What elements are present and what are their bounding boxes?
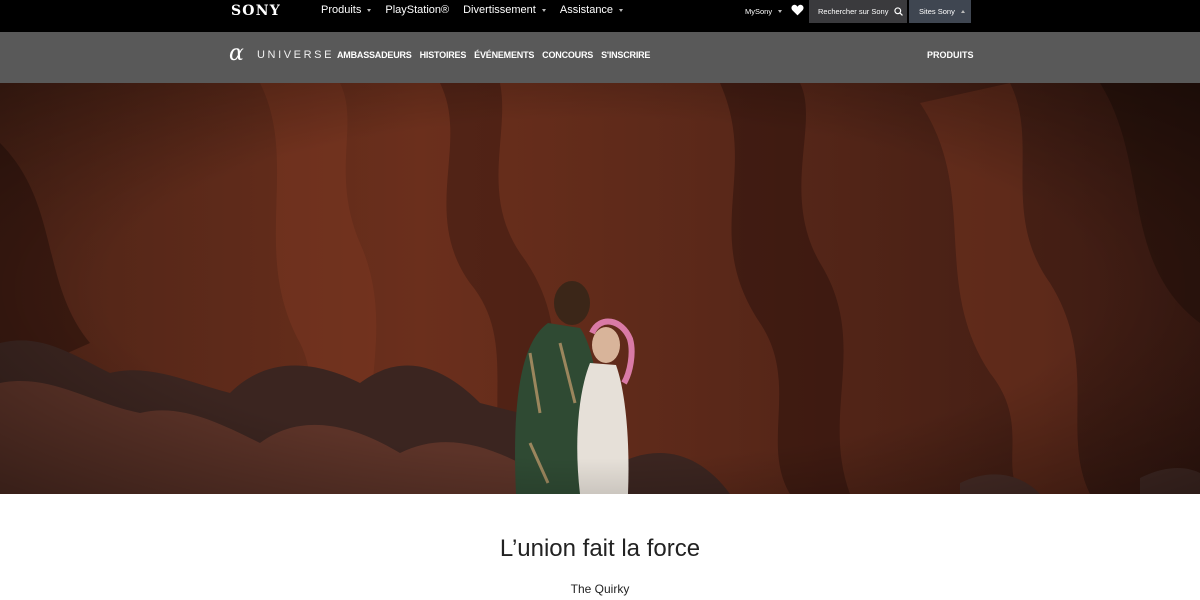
nav-assistance[interactable]: Assistance <box>559 4 624 16</box>
nav-divertissement[interactable]: Divertissement <box>463 4 546 16</box>
mysony-menu[interactable]: MySony <box>745 7 783 16</box>
nav-produits-label: Produits <box>321 4 362 16</box>
search-label: Rechercher sur Sony <box>818 7 889 16</box>
global-nav: Produits PlayStation® Divertissement Ass… <box>321 0 637 20</box>
link-ambassadeurs[interactable]: AMBASSADEURS <box>337 50 412 60</box>
link-evenements[interactable]: ÉVÉNEMENTS <box>474 50 534 60</box>
chevron-up-icon <box>960 10 965 13</box>
hero-image <box>0 83 1200 494</box>
mysony-label: MySony <box>745 7 773 16</box>
article-author[interactable]: The Quirky <box>0 582 1200 596</box>
chevron-down-icon <box>541 8 546 12</box>
chevron-down-icon <box>778 10 783 13</box>
search-icon <box>894 7 904 16</box>
nav-divertissement-label: Divertissement <box>463 4 536 16</box>
link-sinscrire[interactable]: S'INSCRIRE <box>601 50 650 60</box>
article-title: L’union fait la force <box>499 535 701 562</box>
alpha-universe-nav: α UNIVERSE AMBASSADEURS HISTOIRES ÉVÉNEM… <box>0 32 1200 83</box>
sony-sites-button[interactable]: Sites Sony <box>909 0 971 23</box>
universe-links: AMBASSADEURS HISTOIRES ÉVÉNEMENTS CONCOU… <box>337 50 658 60</box>
universe-wordmark[interactable]: UNIVERSE <box>257 49 334 61</box>
link-histoires[interactable]: HISTOIRES <box>420 50 467 60</box>
sony-logo[interactable]: SONY <box>231 3 281 19</box>
link-produits[interactable]: PRODUITS <box>927 50 974 60</box>
chevron-down-icon <box>367 8 372 12</box>
nav-assistance-label: Assistance <box>559 4 614 16</box>
nav-produits[interactable]: Produits <box>321 4 372 16</box>
alpha-logo[interactable]: α <box>229 42 244 66</box>
couple-photo <box>0 83 1200 494</box>
heart-icon[interactable] <box>791 4 804 16</box>
nav-playstation-label: PlayStation® <box>385 4 450 16</box>
global-header: SONY Produits PlayStation® Divertissemen… <box>0 0 1200 32</box>
search-button[interactable]: Rechercher sur Sony <box>809 0 907 23</box>
link-concours[interactable]: CONCOURS <box>542 50 593 60</box>
chevron-down-icon <box>619 8 624 12</box>
sites-label: Sites Sony <box>919 7 955 16</box>
nav-playstation[interactable]: PlayStation® <box>385 4 449 16</box>
